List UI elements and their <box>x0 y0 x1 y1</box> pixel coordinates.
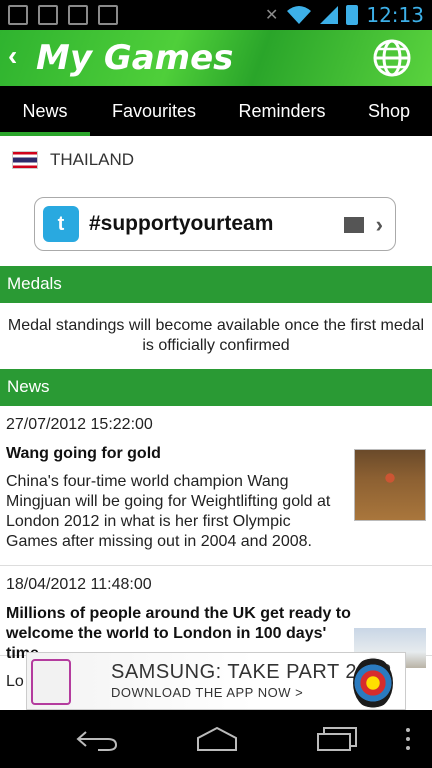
app-header: ‹ My Games <box>0 30 432 86</box>
news-header: News <box>0 369 432 406</box>
news-thumbnail <box>354 449 426 521</box>
globe-icon[interactable] <box>372 38 412 78</box>
tab-favourites[interactable]: Favourites <box>90 86 218 136</box>
thailand-flag-icon <box>12 151 38 169</box>
medal-note: Medal standings will become available on… <box>7 317 425 354</box>
gmail-icon <box>98 5 118 25</box>
back-nav-icon[interactable] <box>74 726 120 752</box>
clock: 12:13 <box>366 3 424 27</box>
ad-logo <box>31 659 71 705</box>
checklist-icon <box>68 5 88 25</box>
hashtag-label: #supportyourteam <box>89 212 274 235</box>
news-headline: Wang going for gold <box>6 445 161 462</box>
tab-news[interactable]: News <box>0 86 90 136</box>
ad-title: SAMSUNG: TAKE PART 2012 <box>111 661 392 683</box>
notification-icons <box>8 5 118 25</box>
chevron-right-icon: › <box>375 212 383 237</box>
news-summary: China's four-time world champion Wang Mi… <box>6 473 331 550</box>
twitter-icon: t <box>43 206 79 242</box>
system-icons: ✕ 12:13 <box>265 3 424 27</box>
home-nav-icon[interactable] <box>194 726 240 752</box>
shield-icon <box>8 5 28 25</box>
twitter-hashtag-button[interactable]: t #supportyourteam › <box>34 197 396 251</box>
news-item[interactable]: 18/04/2012 11:48:00 Millions of people a… <box>0 566 432 690</box>
tab-shop[interactable]: Shop <box>346 86 432 136</box>
status-bar: ✕ 12:13 <box>0 0 432 30</box>
ad-subtitle: DOWNLOAD THE APP NOW > <box>111 685 304 700</box>
image-icon <box>38 5 58 25</box>
news-date: 27/07/2012 15:22:00 <box>6 416 153 433</box>
tab-reminders[interactable]: Reminders <box>218 86 346 136</box>
news-item[interactable]: 27/07/2012 15:22:00 Wang going for gold … <box>0 406 432 566</box>
medals-header: Medals <box>0 266 432 303</box>
mute-icon: ✕ <box>264 7 279 24</box>
news-date: 18/04/2012 11:48:00 <box>6 576 152 593</box>
country-name: THAILAND <box>50 150 135 169</box>
wifi-icon <box>287 6 312 24</box>
recent-apps-icon[interactable] <box>314 726 360 752</box>
signal-icon <box>320 6 339 24</box>
country-row[interactable]: THAILAND <box>12 150 134 170</box>
twitter-actions: › <box>343 212 383 238</box>
overflow-menu-icon[interactable] <box>404 726 412 752</box>
tab-bar: News Favourites Reminders Shop <box>0 86 432 136</box>
page-title: My Games <box>36 38 234 78</box>
back-button[interactable]: ‹ <box>8 40 17 72</box>
stack-icon <box>343 217 364 233</box>
ad-banner[interactable]: SAMSUNG: TAKE PART 2012 DOWNLOAD THE APP… <box>26 652 406 710</box>
battery-icon <box>346 5 359 25</box>
archery-target-icon <box>353 657 393 709</box>
navigation-bar <box>0 710 432 768</box>
